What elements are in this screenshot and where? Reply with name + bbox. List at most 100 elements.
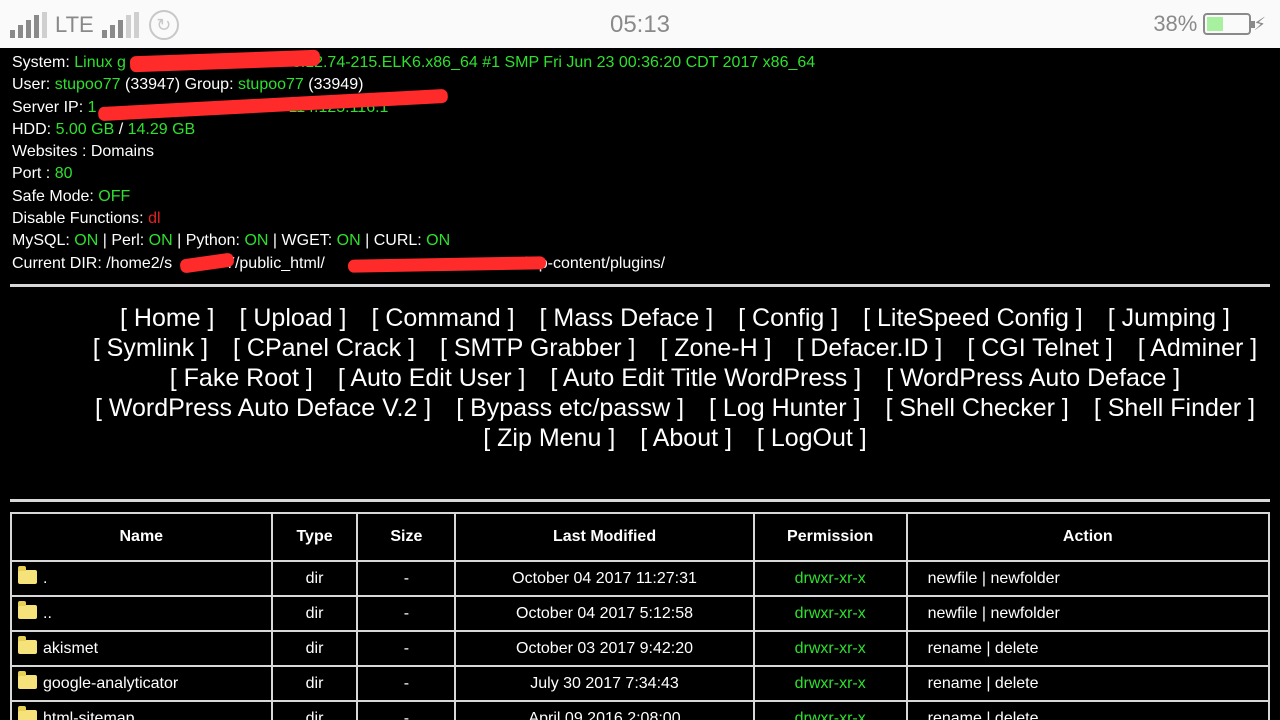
divider-bottom [10, 499, 1270, 502]
modified-cell: October 04 2017 5:12:58 [454, 595, 755, 632]
features-line: MySQL: ON | Perl: ON | Python: ON | WGET… [12, 232, 451, 250]
size-cell: - [356, 560, 457, 597]
dir-segment-public-html[interactable]: 7/public_html/ [226, 255, 325, 272]
action-separator: | [981, 569, 987, 587]
disable-functions-line: Disable Functions: dl [12, 210, 161, 228]
action-link[interactable]: newfile [928, 605, 978, 622]
action-cell: rename | delete [905, 630, 1271, 667]
action-link[interactable]: delete [995, 640, 1039, 657]
menu-item[interactable]: [ Symlink ] [93, 333, 208, 363]
action-link[interactable]: newfolder [990, 605, 1059, 622]
divider-top [10, 284, 1270, 287]
safe-mode-line: Safe Mode: OFF [12, 187, 131, 205]
menu-item[interactable]: [ Fake Root ] [170, 363, 313, 393]
table-header-row: Name Type Size Last Modified Permission … [10, 512, 1271, 562]
dir-segment-home[interactable]: /home2/s [106, 255, 172, 272]
file-name-cell[interactable]: akismet [10, 630, 273, 667]
type-cell: dir [270, 560, 359, 597]
menu-item[interactable]: [ LogOut ] [757, 423, 867, 453]
size-cell: - [356, 665, 457, 702]
action-link[interactable]: newfile [928, 570, 978, 587]
status-bar: LTE ↻ 05:13 38% ⚡ [0, 0, 1280, 48]
file-name-cell[interactable]: .. [10, 595, 273, 632]
action-cell: newfile | newfolder [905, 595, 1271, 632]
file-name-link[interactable]: akismet [43, 640, 98, 657]
menu-item[interactable]: [ Auto Edit Title WordPress ] [550, 363, 861, 393]
file-name-cell[interactable]: google-analyticator [10, 665, 273, 702]
type-cell: dir [270, 630, 359, 667]
action-separator: | [986, 639, 991, 657]
modified-cell: October 04 2017 11:27:31 [454, 560, 755, 597]
action-cell: rename | delete [905, 665, 1271, 702]
size-cell: - [356, 700, 457, 720]
modified-cell: July 30 2017 7:34:43 [454, 665, 755, 702]
menu-item[interactable]: [ Log Hunter ] [709, 393, 860, 423]
file-name-link[interactable]: . [43, 570, 47, 587]
permission-cell[interactable]: drwxr-xr-x [752, 700, 908, 720]
menu-item[interactable]: [ Upload ] [239, 303, 346, 333]
menu-item[interactable]: [ Shell Checker ] [885, 393, 1068, 423]
menu-item[interactable]: [ Zip Menu ] [483, 423, 615, 453]
col-name: Name [10, 512, 273, 562]
table-row: html-sitemap dir - April 09 2016 2:08:00 drw… [10, 700, 1271, 720]
menu-item[interactable]: [ Defacer.ID ] [796, 333, 942, 363]
menu-item[interactable]: [ About ] [640, 423, 732, 453]
menu-item[interactable]: [ CGI Telnet ] [967, 333, 1112, 363]
menu-item[interactable]: [ WordPress Auto Deface ] [886, 363, 1180, 393]
menu-item[interactable]: [ Shell Finder ] [1094, 393, 1255, 423]
action-link[interactable]: rename [928, 640, 982, 657]
action-link[interactable]: newfolder [990, 570, 1059, 587]
server-info: System: Linux g 3.12.74-215.ELK6.x86_64 #… [12, 52, 815, 275]
col-size: Size [356, 512, 457, 562]
table-row: . dir - October 04 2017 11:27:31 drwxr-xr-x n… [10, 560, 1271, 597]
modified-cell: April 09 2016 2:08:00 [454, 700, 755, 720]
menu-item[interactable]: [ Zone-H ] [660, 333, 771, 363]
menu-item[interactable]: [ Adminer ] [1138, 333, 1258, 363]
port-line: Port : 80 [12, 165, 73, 183]
table-row: .. dir - October 04 2017 5:12:58 drwxr-xr-x n… [10, 595, 1271, 632]
col-action: Action [905, 512, 1271, 562]
menu-item[interactable]: [ Jumping ] [1108, 303, 1230, 333]
type-cell: dir [270, 595, 359, 632]
menu-item[interactable]: [ Command ] [371, 303, 514, 333]
col-type: Type [270, 512, 359, 562]
menu-item[interactable]: [ Bypass etc/passw ] [456, 393, 684, 423]
status-right: 38% ⚡ [1153, 11, 1266, 37]
action-link[interactable]: rename [928, 710, 982, 720]
hdd-line: HDD: 5.00 GB / 14.29 GB [12, 120, 196, 138]
col-last-modified: Last Modified [454, 512, 755, 562]
table-row: akismet dir - October 03 2017 9:42:20 drwxr-… [10, 630, 1271, 667]
menu-item[interactable]: [ LiteSpeed Config ] [863, 303, 1083, 333]
menu-item[interactable]: [ CPanel Crack ] [233, 333, 415, 363]
menu-item[interactable]: [ SMTP Grabber ] [440, 333, 635, 363]
type-cell: dir [270, 700, 359, 720]
file-name-link[interactable]: html-sitemap [43, 710, 135, 720]
file-name-cell[interactable]: html-sitemap [10, 700, 273, 720]
permission-cell[interactable]: drwxr-xr-x [752, 630, 908, 667]
folder-icon [18, 635, 37, 654]
websites-line: Websites : Domains [12, 143, 154, 161]
table-row: google-analyticator dir - July 30 2017 7:34… [10, 665, 1271, 702]
main-menu: [ Home ] [ Upload ] [ Command ] [ Mass D… [80, 303, 1270, 453]
menu-item[interactable]: [ WordPress Auto Deface V.2 ] [95, 393, 431, 423]
permission-cell[interactable]: drwxr-xr-x [752, 595, 908, 632]
menu-item[interactable]: [ Config ] [738, 303, 838, 333]
col-permission: Permission [752, 512, 908, 562]
battery-icon [1203, 13, 1256, 35]
action-cell: newfile | newfolder [905, 560, 1271, 597]
menu-item[interactable]: [ Home ] [120, 303, 214, 333]
action-link[interactable]: delete [995, 710, 1039, 720]
menu-item[interactable]: [ Mass Deface ] [540, 303, 714, 333]
battery-percent: 38% [1153, 11, 1198, 36]
file-name-link[interactable]: google-analyticator [43, 675, 178, 692]
menu-item[interactable]: [ Auto Edit User ] [338, 363, 526, 393]
permission-cell[interactable]: drwxr-xr-x [752, 560, 908, 597]
action-link[interactable]: rename [928, 675, 982, 692]
file-name-link[interactable]: .. [43, 605, 52, 622]
modified-cell: October 03 2017 9:42:20 [454, 630, 755, 667]
folder-icon [18, 600, 37, 619]
file-name-cell[interactable]: . [10, 560, 273, 597]
action-separator: | [986, 674, 991, 692]
action-link[interactable]: delete [995, 675, 1039, 692]
permission-cell[interactable]: drwxr-xr-x [752, 665, 908, 702]
